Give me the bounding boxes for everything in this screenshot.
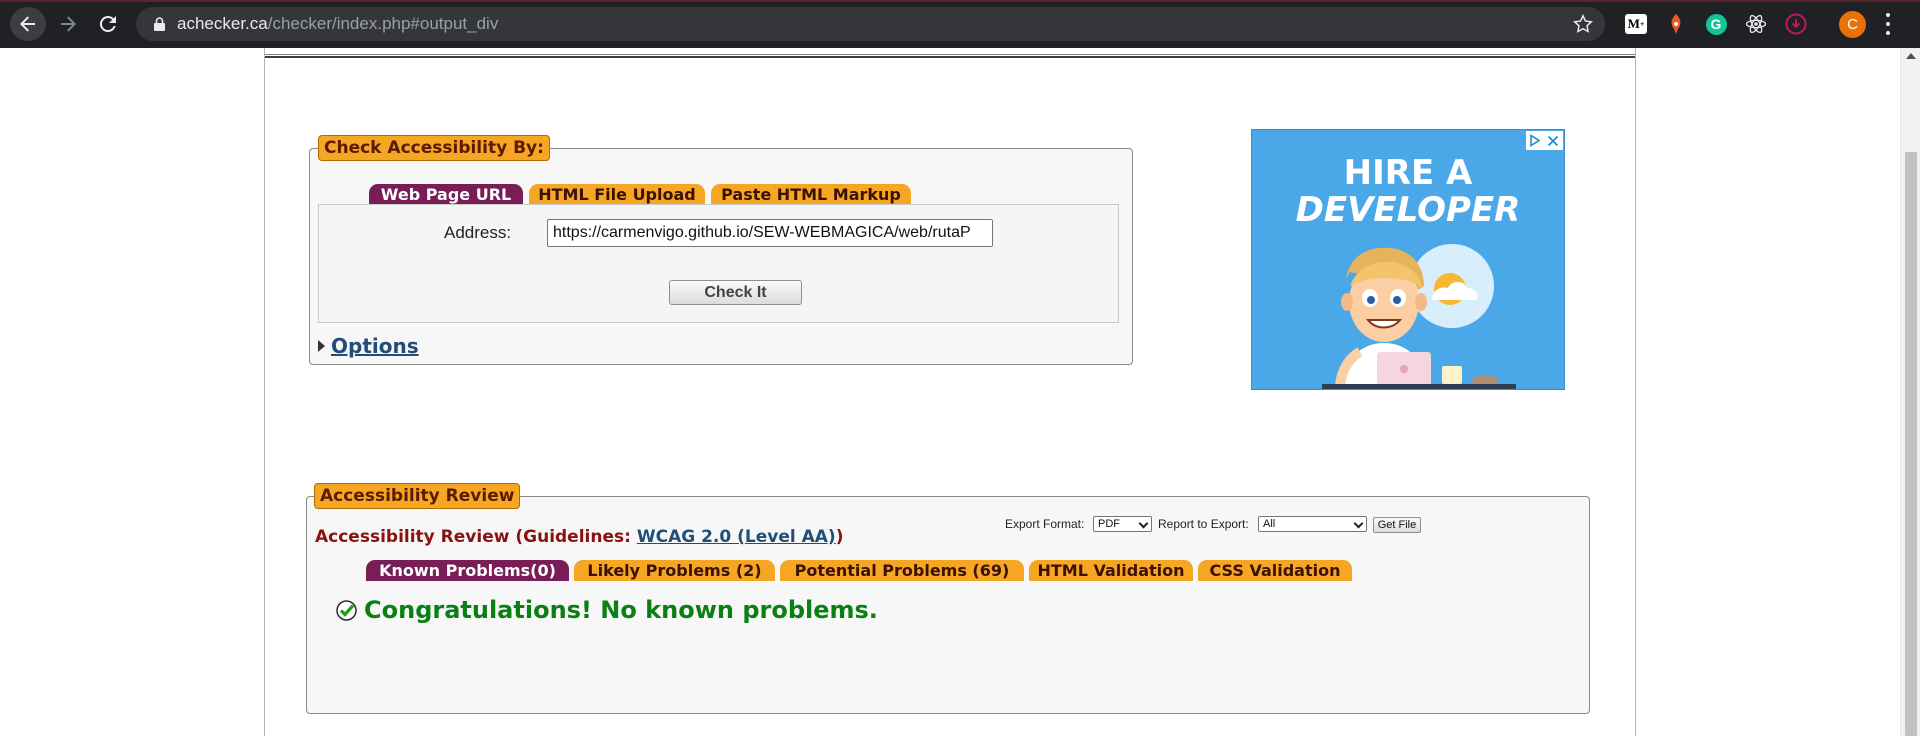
lock-icon [154,17,165,31]
address-label: Address: [444,223,512,242]
download-circle-icon [1785,13,1807,35]
url-text: achecker.ca/checker/index.php#output_div [177,7,498,41]
check-accessibility-legend: Check Accessibility By: [318,135,550,161]
report-to-export-label: Report to Export: [1158,517,1249,531]
header-divider [265,54,1635,55]
advertisement-banner[interactable]: HIRE A DEVELOPER [1251,129,1565,390]
ad-choices-icon[interactable] [1526,131,1544,150]
tab-html-validation[interactable]: HTML Validation [1029,560,1193,581]
check-it-button[interactable]: Check It [669,280,802,305]
get-file-button[interactable]: Get File [1373,517,1421,533]
browser-toolbar: achecker.ca/checker/index.php#output_div… [0,0,1920,48]
grammarly-icon[interactable]: G [1704,12,1728,36]
review-title-prefix: Accessibility Review (Guidelines: [315,527,637,547]
url-host: achecker.ca [177,14,268,33]
review-guidelines-title: Accessibility Review (Guidelines: WCAG 2… [315,527,844,547]
leaf-icon [1671,14,1681,34]
vertical-scrollbar[interactable] [1900,48,1920,736]
tab-paste-html-markup[interactable]: Paste HTML Markup [711,184,911,205]
expand-arrow-icon[interactable] [318,340,325,352]
export-format-label: Export Format: [1005,517,1085,531]
tab-web-page-url[interactable]: Web Page URL [369,184,523,205]
header-divider-thick [265,56,1635,58]
check-mark-icon [336,600,357,621]
ad-choices-badge[interactable] [1526,131,1563,150]
address-input[interactable] [547,219,993,247]
export-format-select[interactable]: PDF [1093,516,1152,532]
reload-button[interactable] [90,7,126,41]
tab-html-file-upload[interactable]: HTML File Upload [529,184,705,205]
medium-icon[interactable]: M + [1624,12,1648,36]
wcag-guideline-link[interactable]: WCAG 2.0 (Level AA) [637,527,836,547]
ad-close-icon[interactable] [1544,131,1562,150]
tab-css-validation[interactable]: CSS Validation [1198,560,1352,581]
arrow-left-icon [20,16,35,32]
developer-illustration-icon [1322,244,1516,389]
url-path: /checker/index.php#output_div [267,14,499,33]
tab-known-problems[interactable]: Known Problems(0) [366,560,569,581]
ad-headline-line1: HIRE A [1343,153,1473,193]
ad-headline-line2: DEVELOPER [1295,190,1521,230]
accessibility-review-legend: Accessibility Review [314,483,521,509]
back-button[interactable] [10,7,46,41]
react-atom-icon [1745,14,1767,34]
no-problems-message: Congratulations! No known problems. [364,596,878,624]
tab-potential-problems[interactable]: Potential Problems (69) [780,560,1024,581]
download-extension-icon[interactable] [1784,12,1808,36]
scroll-up-arrow-icon[interactable] [1906,53,1916,59]
react-devtools-icon[interactable] [1744,12,1768,36]
arrow-right-icon [61,16,76,32]
forward-button[interactable] [50,7,86,41]
options-link[interactable]: Options [331,334,419,358]
review-title-suffix: ) [835,527,844,547]
leaf-extension-icon[interactable] [1664,12,1688,36]
bookmark-star-icon[interactable] [1573,14,1593,34]
reload-icon [99,15,116,32]
tab-likely-problems[interactable]: Likely Problems (2) [574,560,775,581]
scrollbar-thumb[interactable] [1905,152,1917,736]
report-to-export-select[interactable]: All [1258,516,1367,532]
tab-strip-edge [0,0,1920,2]
address-bar[interactable]: achecker.ca/checker/index.php#output_div [136,7,1605,41]
profile-avatar[interactable]: C [1839,11,1866,38]
browser-menu-icon[interactable] [1884,13,1892,35]
